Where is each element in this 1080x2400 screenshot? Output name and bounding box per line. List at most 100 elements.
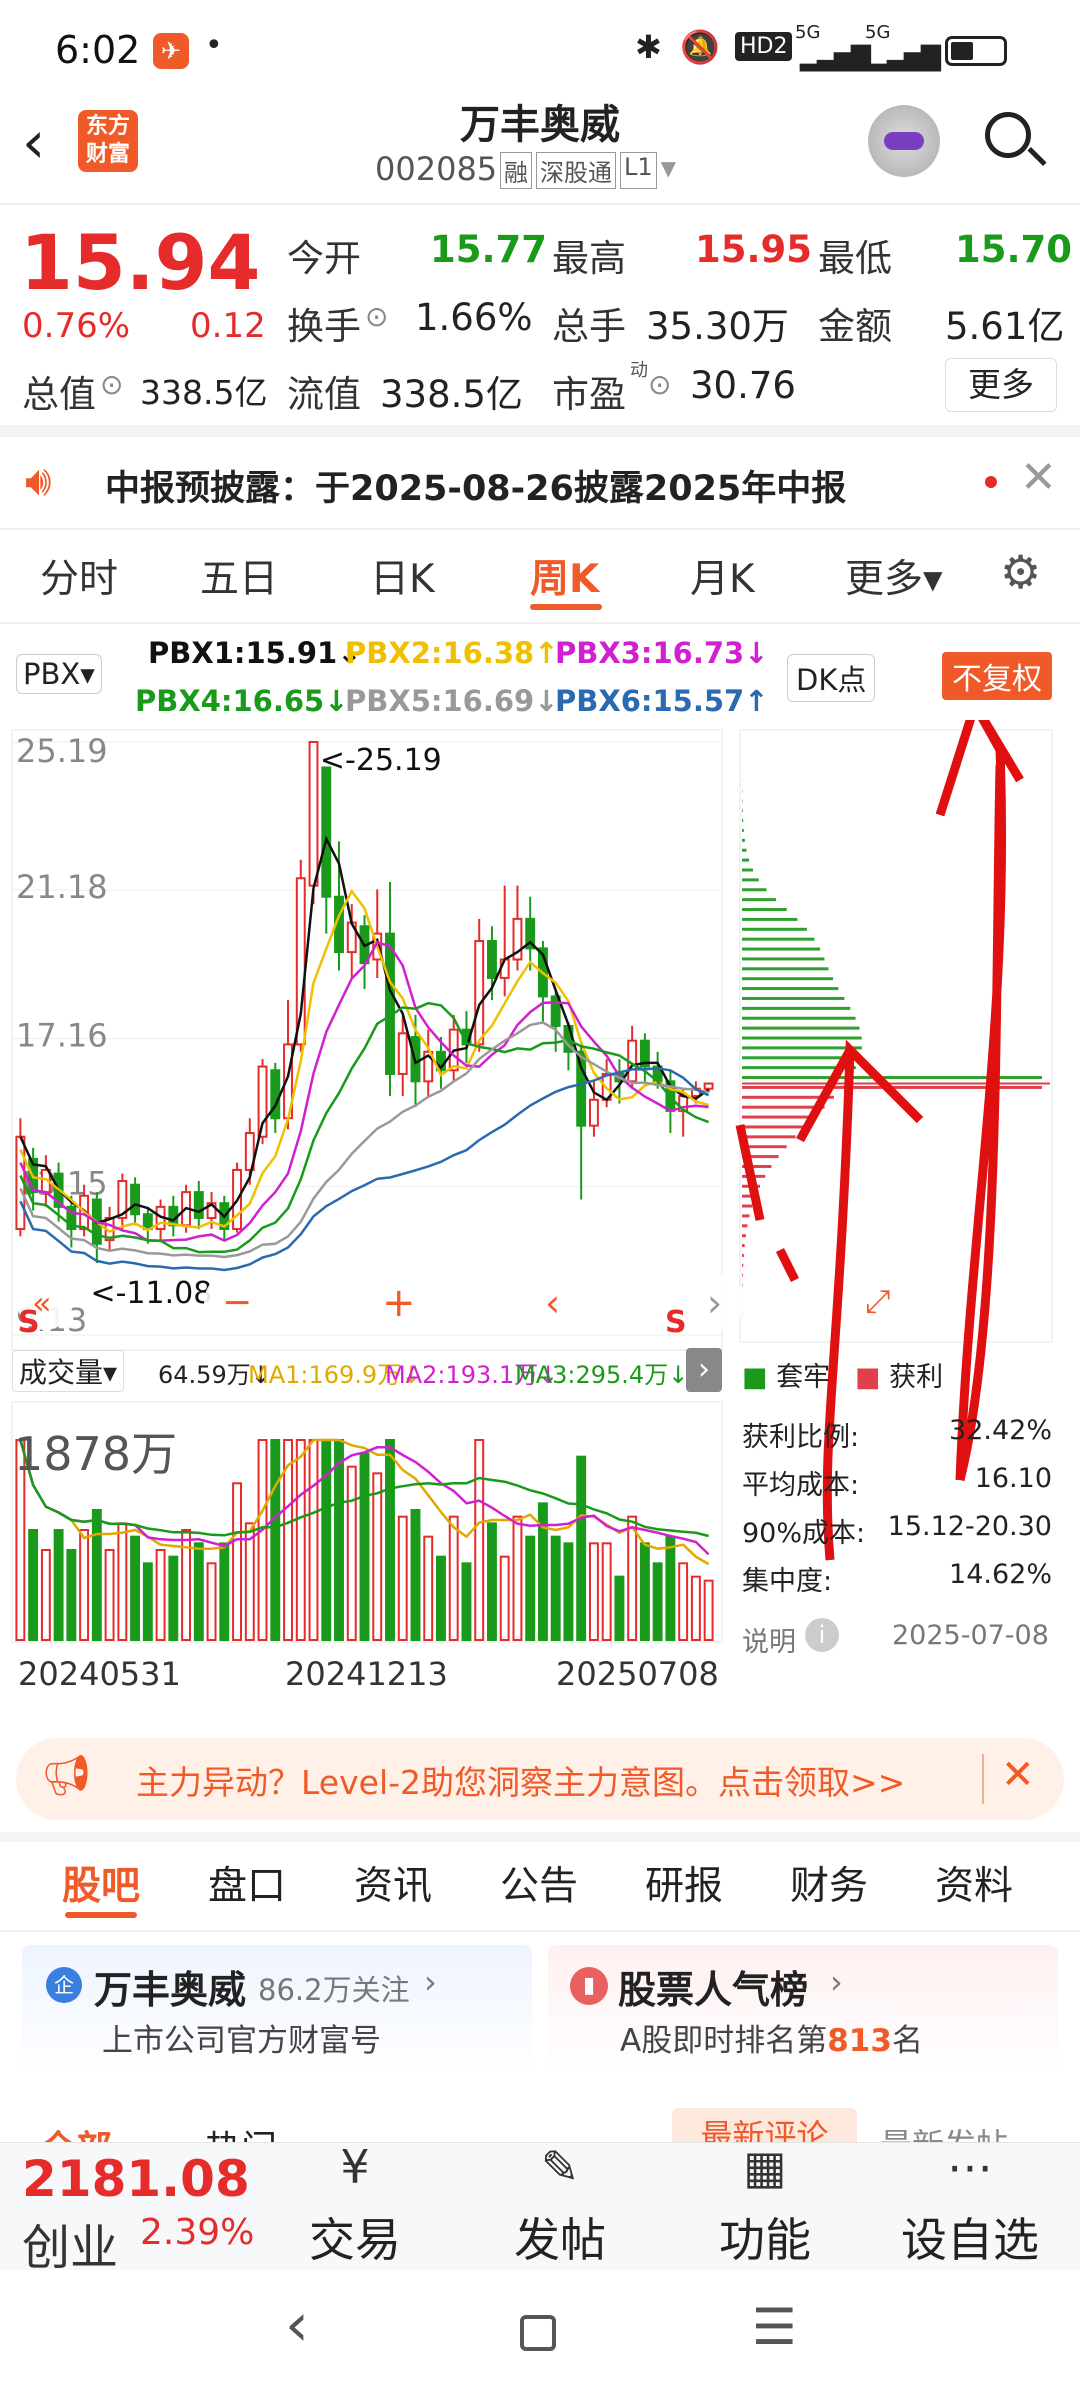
- nav-menu-icon[interactable]: ☰: [752, 2298, 797, 2356]
- system-nav-bar: ‹ ☰: [0, 2270, 1080, 2400]
- popularity-card[interactable]: ▮ 股票人气榜 › A股即时排名第813名: [548, 1945, 1058, 2075]
- banner-text: 主力异动？Level-2助您洞察主力意图。点击领取>>: [136, 1763, 906, 1802]
- stats-note[interactable]: 说明: [742, 1620, 796, 1659]
- info-icon[interactable]: i: [805, 1618, 839, 1652]
- divider: [0, 528, 1080, 530]
- chip-bar: [742, 1263, 744, 1267]
- total-cap-label: 总值: [22, 373, 96, 416]
- dk-point-toggle[interactable]: DK点: [787, 654, 876, 702]
- volume-bar: [627, 1515, 638, 1641]
- chip-bar: [742, 819, 744, 823]
- speaker-icon: 🔊︎: [25, 456, 52, 505]
- indicator-select[interactable]: PBX▾: [16, 654, 102, 694]
- company-account-card[interactable]: 企 万丰奥威 86.2万关注 › 上市公司官方财富号: [22, 1945, 532, 2075]
- x-tick-end: 20250708: [556, 1655, 719, 1693]
- divider: [0, 1832, 1080, 1842]
- tab-guba[interactable]: 股吧: [62, 1855, 140, 1911]
- volume-bar: [193, 1542, 204, 1641]
- volume-bar: [487, 1522, 497, 1641]
- notice-text[interactable]: 中报预披露：于2025-08-26披露2025年中报: [105, 460, 846, 511]
- trade-button[interactable]: ¥ 交易: [285, 2140, 425, 2270]
- volume-indicator-select[interactable]: 成交量▾: [12, 1350, 125, 1392]
- info-icon[interactable]: ⊙: [365, 300, 388, 333]
- post-button[interactable]: ✎ 发帖: [490, 2140, 630, 2270]
- info-icon[interactable]: ⊙: [648, 368, 671, 401]
- volume-bar: [308, 1439, 319, 1641]
- index-value[interactable]: 2181.08: [22, 2150, 250, 2208]
- candle-body: [308, 741, 319, 887]
- functions-button[interactable]: ▦ 功能: [695, 2140, 835, 2270]
- dot-icon: •: [205, 28, 223, 63]
- notice-dot: [985, 476, 997, 488]
- nav-back-icon[interactable]: ‹: [285, 2290, 309, 2360]
- tab-more[interactable]: 更多▾: [845, 548, 943, 604]
- volume-bar: [130, 1535, 141, 1642]
- status-time: 6:02: [55, 28, 141, 72]
- expand-volume-button[interactable]: ›: [686, 1348, 722, 1392]
- chip-bar: [742, 838, 745, 842]
- chip-bar: [742, 888, 767, 892]
- tab-pankou[interactable]: 盘口: [208, 1855, 286, 1911]
- adjust-mode-button[interactable]: 不复权: [942, 652, 1052, 700]
- tab-monthly-k[interactable]: 月K: [690, 548, 755, 604]
- sell-marker: S: [18, 1305, 40, 1340]
- info-icon[interactable]: ⊙: [100, 368, 123, 401]
- turnover-label: 换手: [287, 305, 361, 348]
- megaphone-icon: 📢︎: [41, 1753, 92, 1799]
- candle-body: [385, 932, 395, 1075]
- tab-announcements[interactable]: 公告: [500, 1855, 578, 1911]
- chip-bar: [742, 1283, 743, 1287]
- dropdown-icon[interactable]: ▼: [661, 156, 676, 189]
- tab-daily-k[interactable]: 日K: [370, 548, 435, 604]
- volume-bar: [448, 1515, 459, 1641]
- index-change: 2.39%: [140, 2212, 255, 2253]
- network-label: 5G: [795, 22, 821, 43]
- divider: [0, 622, 1080, 624]
- candle-body: [193, 1191, 204, 1219]
- stat-concentration: 集中度: 14.62%: [742, 1559, 1052, 1597]
- assistant-robot-icon[interactable]: [868, 105, 940, 177]
- signal-icon: ▂▃▅▇: [800, 42, 871, 72]
- search-icon[interactable]: [985, 112, 1031, 158]
- volume-bar: [614, 1575, 625, 1642]
- tab-research[interactable]: 研报: [645, 1855, 723, 1911]
- settings-gear-icon[interactable]: ⚙: [1000, 545, 1041, 599]
- add-watchlist-button[interactable]: ⋯ 设自选: [900, 2140, 1040, 2270]
- high-marker: <-25.19: [320, 743, 442, 778]
- close-icon[interactable]: ✕: [1001, 1752, 1035, 1798]
- tab-profile[interactable]: 资料: [935, 1855, 1013, 1911]
- tab-five-day[interactable]: 五日: [200, 548, 278, 604]
- legend-pbx1: PBX1:15.91↓: [148, 636, 362, 670]
- volume-bar: [28, 1529, 39, 1641]
- tab-weekly-k[interactable]: 周K: [530, 548, 599, 604]
- chip-bar: [742, 967, 829, 971]
- stat-90-cost: 90%成本: 15.12-20.30: [742, 1511, 1052, 1549]
- chevron-right-icon: ›: [424, 1963, 437, 2001]
- signal-icon-2: ▂▃▅▇: [870, 42, 941, 72]
- plus-icon: +: [382, 1280, 416, 1326]
- chip-bar: [742, 1036, 862, 1040]
- chip-bar: [742, 1006, 851, 1010]
- candle-body: [474, 940, 485, 1046]
- tab-finance[interactable]: 财务: [790, 1855, 868, 1911]
- level2-banner[interactable]: 📢︎ 主力异动？Level-2助您洞察主力意图。点击领取>> ✕: [16, 1738, 1064, 1820]
- volume-bar: [40, 1549, 51, 1641]
- volume-bar: [372, 1472, 383, 1642]
- chip-bar: [742, 927, 807, 931]
- legend-pbx3: PBX3:16.73↓: [555, 636, 769, 670]
- low-label: 最低: [818, 237, 892, 280]
- rank-chart-icon: ▮: [570, 1967, 608, 2005]
- low-marker: <-11.08: [90, 1276, 212, 1311]
- divider: [0, 1930, 1080, 1932]
- nav-home-icon[interactable]: [520, 2315, 556, 2351]
- tab-intraday[interactable]: 分时: [40, 548, 118, 604]
- x-tick-start: 20240531: [18, 1655, 181, 1693]
- more-button[interactable]: 更多: [945, 358, 1057, 412]
- close-icon[interactable]: ✕: [1020, 452, 1057, 503]
- volume-bar: [168, 1555, 179, 1642]
- tab-news[interactable]: 资讯: [354, 1855, 432, 1911]
- status-bar: 6:02 ✈ • ✱ 🔕 HD2 5G ▂▃▅▇ 5G ▂▃▅▇: [0, 0, 1080, 100]
- enterprise-icon: 企: [46, 1967, 82, 2003]
- divider: [0, 203, 1080, 205]
- company-desc: 上市公司官方财富号: [102, 2023, 381, 2059]
